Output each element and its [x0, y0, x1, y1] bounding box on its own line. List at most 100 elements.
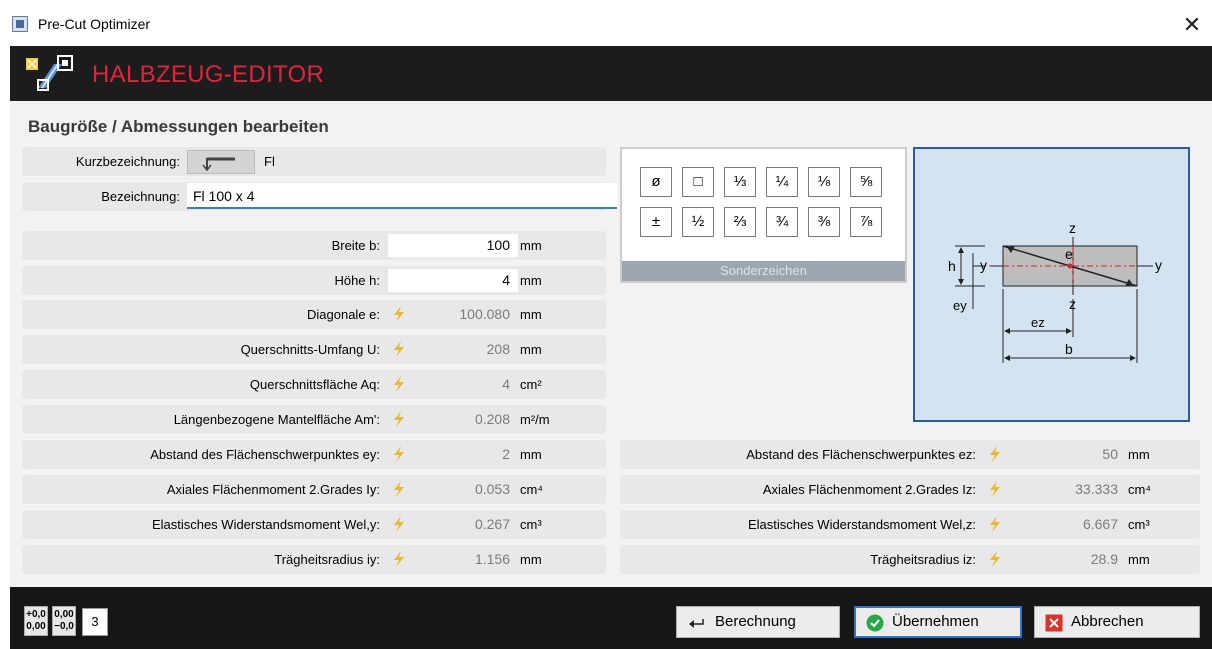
parameter-value: 0.053: [474, 481, 510, 497]
diagram-label-e: e: [1065, 246, 1073, 262]
parameter-label: Abstand des Flächenschwerpunktes ey:: [150, 447, 380, 462]
parameter-label: Trägheitsradius iz:: [870, 552, 976, 567]
close-icon[interactable]: ✕: [1172, 10, 1212, 40]
parameter-label: Längenbezogene Mantelfläche Am':: [173, 412, 380, 427]
special-char-button[interactable]: ±: [640, 207, 672, 237]
special-char-button[interactable]: ⅔: [724, 207, 756, 237]
calculated-bolt-icon: [394, 481, 404, 497]
diagram-label-z-bottom: z: [1069, 296, 1076, 312]
parameter-row: Axiales Flächenmoment 2.Grades Iz: 33.333…: [620, 475, 1200, 504]
parameter-label: Axiales Flächenmoment 2.Grades Iy:: [166, 482, 380, 497]
kurzbezeichnung-label: Kurzbezeichnung:: [75, 154, 180, 169]
profile-editor-icon: [26, 55, 73, 91]
cross-section-drawing: z z y y e h ey ez b: [948, 220, 1162, 363]
diagram-label-y-right: y: [1155, 257, 1162, 273]
bottom-toolbar: +0,0 0,00 0,00 −0,0 3 Berechnung Überneh…: [10, 587, 1212, 649]
special-char-button[interactable]: ⅞: [850, 207, 882, 237]
window-title: Pre-Cut Optimizer: [38, 16, 151, 32]
kurzbezeichnung-row: Kurzbezeichnung: Fl: [22, 147, 606, 176]
calculated-bolt-icon: [394, 376, 404, 392]
diagram-label-z-top: z: [1069, 220, 1076, 236]
special-char-button[interactable]: ½: [682, 207, 714, 237]
diagram-label-ey: ey: [953, 298, 967, 313]
berechnung-label: Berechnung: [715, 613, 796, 630]
parameter-value: 2: [502, 446, 510, 462]
parameter-unit: m²/m: [520, 412, 550, 427]
window-titlebar: Pre-Cut Optimizer ✕: [0, 0, 1212, 46]
calculated-bolt-icon: [990, 481, 1000, 497]
parameter-row: Trägheitsradius iy: 1.156 mm: [22, 545, 606, 574]
cross-section-diagram: z z y y e h ey ez b: [913, 147, 1190, 422]
special-char-button[interactable]: ø: [640, 167, 672, 197]
parameter-label: Querschnitts-Umfang U:: [240, 342, 380, 357]
parameter-label: Trägheitsradius iy:: [274, 552, 380, 567]
parameter-value: 6.667: [1082, 516, 1118, 532]
special-char-button[interactable]: ¼: [766, 167, 798, 197]
decrease-decimals-button[interactable]: 0,00 −0,0: [52, 606, 76, 636]
parameter-row: Höhe h: 4 mm: [22, 266, 606, 295]
bezeichnung-input[interactable]: Fl 100 x 4: [187, 183, 617, 209]
special-char-button[interactable]: ⅝: [850, 167, 882, 197]
parameter-unit: mm: [1128, 552, 1150, 567]
calculated-bolt-icon: [990, 516, 1000, 532]
parameter-unit: cm³: [1128, 517, 1150, 532]
editor-content: Baugröße / Abmessungen bearbeiten Kurzbe…: [10, 101, 1212, 587]
parameter-row: Abstand des Flächenschwerpunktes ey: 2 mm: [22, 440, 606, 469]
diagram-label-h: h: [948, 258, 956, 274]
special-char-button[interactable]: ¾: [766, 207, 798, 237]
profile-select-button[interactable]: [187, 150, 255, 174]
parameter-label: Elastisches Widerstandsmoment Wel,y:: [151, 517, 380, 532]
calculated-bolt-icon: [394, 306, 404, 322]
parameter-value: 0.208: [474, 411, 510, 427]
calculated-bolt-icon: [394, 551, 404, 567]
parameter-unit: mm: [520, 552, 542, 567]
parameter-value: 1.156: [474, 551, 510, 567]
parameter-row: Querschnitts-Umfang U: 208 mm: [22, 335, 606, 364]
uebernehmen-button[interactable]: Übernehmen: [854, 606, 1022, 638]
parameter-row: Elastisches Widerstandsmoment Wel,y: 0.26…: [22, 510, 606, 539]
calculated-bolt-icon: [394, 446, 404, 462]
special-characters-panel: ø □ ⅓ ¼ ⅛ ⅝ ± ½ ⅔ ¾ ⅜ ⅞ Sonderzeichen: [620, 147, 907, 283]
parameter-unit: mm: [520, 238, 542, 253]
special-chars-caption: Sonderzeichen: [622, 261, 905, 281]
check-circle-icon: [866, 614, 884, 632]
parameter-label: Diagonale e:: [307, 307, 380, 322]
app-icon: [12, 16, 28, 32]
enter-arrow-icon: [689, 619, 704, 628]
berechnung-button[interactable]: Berechnung: [676, 606, 840, 638]
parameter-label: Breite b:: [331, 238, 380, 253]
flat-bar-profile-icon: [202, 157, 235, 172]
parameter-row: Längenbezogene Mantelfläche Am': 0.208 m²/…: [22, 405, 606, 434]
parameter-value: 4: [502, 376, 510, 392]
parameter-unit: cm⁴: [1128, 482, 1151, 497]
fmt-plus-line2: 0,00: [26, 621, 46, 632]
precision-field[interactable]: 3: [82, 608, 108, 636]
calculated-bolt-icon: [394, 516, 404, 532]
special-char-button[interactable]: □: [682, 167, 714, 197]
parameter-unit: mm: [520, 273, 542, 288]
special-char-button[interactable]: ⅓: [724, 167, 756, 197]
parameter-unit: mm: [520, 307, 542, 322]
parameter-value: 33.333: [1075, 481, 1118, 497]
parameter-value: 28.9: [1090, 551, 1118, 567]
parameter-row: Breite b: 100 mm: [22, 231, 606, 260]
special-char-button[interactable]: ⅜: [808, 207, 840, 237]
parameter-input[interactable]: 4: [388, 269, 518, 292]
bezeichnung-row: Bezeichnung: Fl 100 x 4: [22, 182, 617, 211]
increase-decimals-button[interactable]: +0,0 0,00: [24, 606, 48, 636]
parameter-unit: cm²: [520, 377, 542, 392]
parameter-value: 50: [1102, 446, 1118, 462]
parameter-value: 208: [486, 341, 510, 357]
calculated-bolt-icon: [394, 341, 404, 357]
abbrechen-button[interactable]: Abbrechen: [1034, 606, 1200, 638]
diagram-label-b: b: [1065, 341, 1073, 357]
parameter-label: Abstand des Flächenschwerpunktes ez:: [746, 447, 976, 462]
parameter-row: Elastisches Widerstandsmoment Wel,z: 6.66…: [620, 510, 1200, 539]
special-char-button[interactable]: ⅛: [808, 167, 840, 197]
uebernehmen-label: Übernehmen: [892, 613, 979, 630]
parameter-row: Diagonale e: 100.080 mm: [22, 300, 606, 329]
parameter-value: 0.267: [474, 516, 510, 532]
parameter-unit: cm⁴: [520, 482, 543, 497]
calculated-bolt-icon: [990, 551, 1000, 567]
parameter-input[interactable]: 100: [388, 234, 518, 257]
